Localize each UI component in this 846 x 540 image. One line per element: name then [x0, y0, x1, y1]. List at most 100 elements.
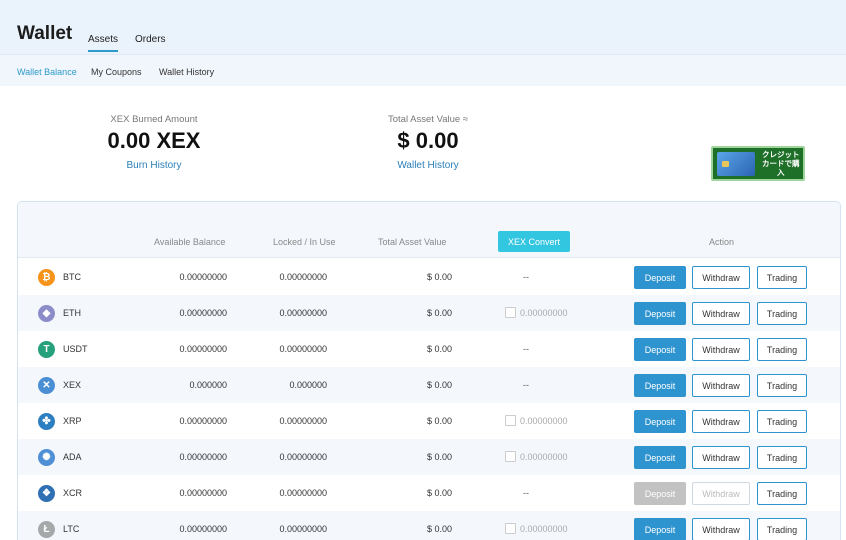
locked-balance: 0.00000000 [279, 272, 327, 282]
coin-symbol: LTC [63, 524, 80, 534]
convert-amount: 0.00000000 [520, 415, 568, 426]
coin-symbol: ADA [63, 452, 82, 462]
convert-value: -- [523, 380, 529, 390]
locked-balance: 0.00000000 [279, 488, 327, 498]
wallet-history-link[interactable]: Wallet History [358, 160, 498, 171]
withdraw-button[interactable]: Withdraw [692, 302, 750, 325]
table-row: T USDT 0.00000000 0.00000000 $ 0.00 -- Deposit… [18, 331, 840, 367]
trading-button[interactable]: Trading [757, 518, 807, 540]
deposit-button[interactable]: Deposit [634, 374, 686, 397]
convert-option[interactable]: 0.00000000 [505, 451, 568, 462]
trading-button[interactable]: Trading [757, 338, 807, 361]
subnav-wallet-balance[interactable]: Wallet Balance [17, 67, 77, 77]
total-asset-value: $ 0.00 [426, 380, 452, 390]
cardano-icon: ✺ [38, 449, 55, 466]
convert-checkbox[interactable] [505, 415, 516, 426]
withdraw-button[interactable]: Withdraw [692, 446, 750, 469]
coin-symbol: BTC [63, 272, 81, 282]
header-action: Action [709, 237, 735, 247]
convert-option[interactable]: 0.00000000 [505, 415, 568, 426]
header-total-asset-value: Total Asset Value [378, 237, 447, 247]
burned-value: 0.00 XEX [107, 128, 201, 153]
xex-convert-button[interactable]: XEX Convert [498, 231, 570, 252]
table-row: ❖ XCR 0.00000000 0.00000000 $ 0.00 -- Deposit W… [18, 475, 840, 511]
locked-balance: 0.000000 [289, 380, 327, 390]
total-asset-value: $ 0.00 [426, 488, 452, 498]
credit-banner-line2: カードで購入 [762, 159, 800, 177]
table-row: ✕ XEX 0.000000 0.000000 $ 0.00 -- Deposit Withd… [18, 367, 840, 403]
available-balance: 0.00000000 [179, 452, 227, 462]
deposit-button[interactable]: Deposit [634, 338, 686, 361]
table-row: ✤ XRP 0.00000000 0.00000000 $ 0.00 0.00000000… [18, 403, 840, 439]
total-asset-value: $ 0.00 [426, 308, 452, 318]
bitcoin-icon: ₿ [38, 269, 55, 286]
withdraw-button[interactable]: Withdraw [692, 266, 750, 289]
total-asset-label: Total Asset Value ≈ [387, 114, 469, 125]
total-asset-value: $ 0.00 [426, 344, 452, 354]
convert-value: -- [523, 344, 529, 354]
ethereum-icon: ◆ [38, 305, 55, 322]
table-row: ₿ BTC 0.00000000 0.00000000 $ 0.00 -- Deposit W… [18, 259, 840, 295]
buy-with-credit-card-banner[interactable]: クレジット カードで購入 [711, 146, 805, 181]
available-balance: 0.00000000 [179, 272, 227, 282]
coin-symbol: USDT [63, 344, 88, 354]
deposit-button[interactable]: Deposit [634, 482, 686, 505]
locked-balance: 0.00000000 [279, 308, 327, 318]
trading-button[interactable]: Trading [757, 482, 807, 505]
convert-checkbox[interactable] [505, 307, 516, 318]
burned-label: XEX Burned Amount [110, 114, 198, 125]
available-balance: 0.00000000 [179, 524, 227, 534]
table-row: ✺ ADA 0.00000000 0.00000000 $ 0.00 0.00000000… [18, 439, 840, 475]
total-asset-summary: Total Asset Value ≈ $ 0.00 Wallet Histor… [358, 114, 498, 171]
convert-option[interactable]: 0.00000000 [505, 523, 568, 534]
withdraw-button[interactable]: Withdraw [692, 338, 750, 361]
assets-table: Available Balance Locked / In Use Total … [17, 201, 841, 540]
deposit-button[interactable]: Deposit [634, 266, 686, 289]
table-header: Available Balance Locked / In Use Total … [18, 202, 840, 258]
credit-banner-text: クレジット カードで購入 [759, 150, 803, 177]
withdraw-button[interactable]: Withdraw [692, 374, 750, 397]
trading-button[interactable]: Trading [757, 374, 807, 397]
withdraw-button[interactable]: Withdraw [692, 518, 750, 540]
withdraw-button[interactable]: Withdraw [692, 410, 750, 433]
coin-symbol: XCR [63, 488, 83, 498]
withdraw-button[interactable]: Withdraw [692, 482, 750, 505]
sub-navigation: Wallet Balance My Coupons Wallet History [0, 54, 846, 86]
deposit-button[interactable]: Deposit [634, 446, 686, 469]
subnav-my-coupons[interactable]: My Coupons [91, 67, 142, 77]
deposit-button[interactable]: Deposit [634, 302, 686, 325]
burn-history-link[interactable]: Burn History [84, 160, 224, 171]
credit-card-icon [717, 151, 755, 176]
convert-checkbox[interactable] [505, 451, 516, 462]
total-asset-value: $ 0.00 [397, 128, 459, 153]
header-available-balance: Available Balance [154, 237, 226, 247]
deposit-button[interactable]: Deposit [634, 410, 686, 433]
convert-value: -- [523, 488, 529, 498]
trading-button[interactable]: Trading [757, 410, 807, 433]
total-asset-value: $ 0.00 [426, 416, 452, 426]
coin-symbol: XEX [63, 380, 82, 390]
deposit-button[interactable]: Deposit [634, 518, 686, 540]
subnav-wallet-history[interactable]: Wallet History [159, 67, 214, 77]
locked-balance: 0.00000000 [279, 524, 327, 534]
total-asset-value: $ 0.00 [426, 452, 452, 462]
burned-summary: XEX Burned Amount 0.00 XEX Burn History [84, 114, 224, 171]
convert-amount: 0.00000000 [520, 307, 568, 318]
tab-assets[interactable]: Assets [88, 34, 119, 52]
trading-button[interactable]: Trading [757, 302, 807, 325]
page-title: Wallet [17, 23, 73, 44]
locked-balance: 0.00000000 [279, 344, 327, 354]
tether-icon: T [38, 341, 55, 358]
tab-orders[interactable]: Orders [135, 34, 166, 45]
trading-button[interactable]: Trading [757, 446, 807, 469]
locked-balance: 0.00000000 [279, 452, 327, 462]
coin-symbol: XRP [63, 416, 82, 426]
total-asset-value: $ 0.00 [426, 272, 452, 282]
convert-option[interactable]: 0.00000000 [505, 307, 568, 318]
available-balance: 0.00000000 [179, 488, 227, 498]
table-row: ◆ ETH 0.00000000 0.00000000 $ 0.00 0.00000000… [18, 295, 840, 331]
total-asset-value: $ 0.00 [426, 524, 452, 534]
trading-button[interactable]: Trading [757, 266, 807, 289]
convert-checkbox[interactable] [505, 523, 516, 534]
convert-amount: 0.00000000 [520, 523, 568, 534]
